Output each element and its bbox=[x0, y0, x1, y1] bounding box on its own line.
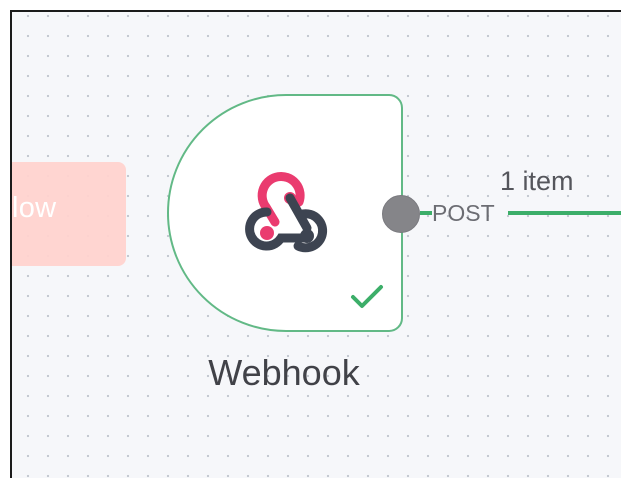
webhook-node[interactable] bbox=[167, 94, 403, 332]
check-icon bbox=[349, 282, 385, 312]
connection-edge[interactable] bbox=[508, 211, 621, 215]
edge-item-count-label: 1 item bbox=[500, 166, 574, 196]
node-title: Webhook bbox=[208, 352, 360, 393]
workflow-canvas[interactable]: low Webhook POST 1 item bbox=[10, 10, 621, 478]
previous-node-label: low bbox=[12, 192, 57, 224]
output-connector-stub bbox=[420, 211, 432, 215]
output-label: POST bbox=[432, 200, 495, 226]
output-handle[interactable] bbox=[382, 195, 420, 233]
webhook-icon bbox=[241, 170, 333, 256]
